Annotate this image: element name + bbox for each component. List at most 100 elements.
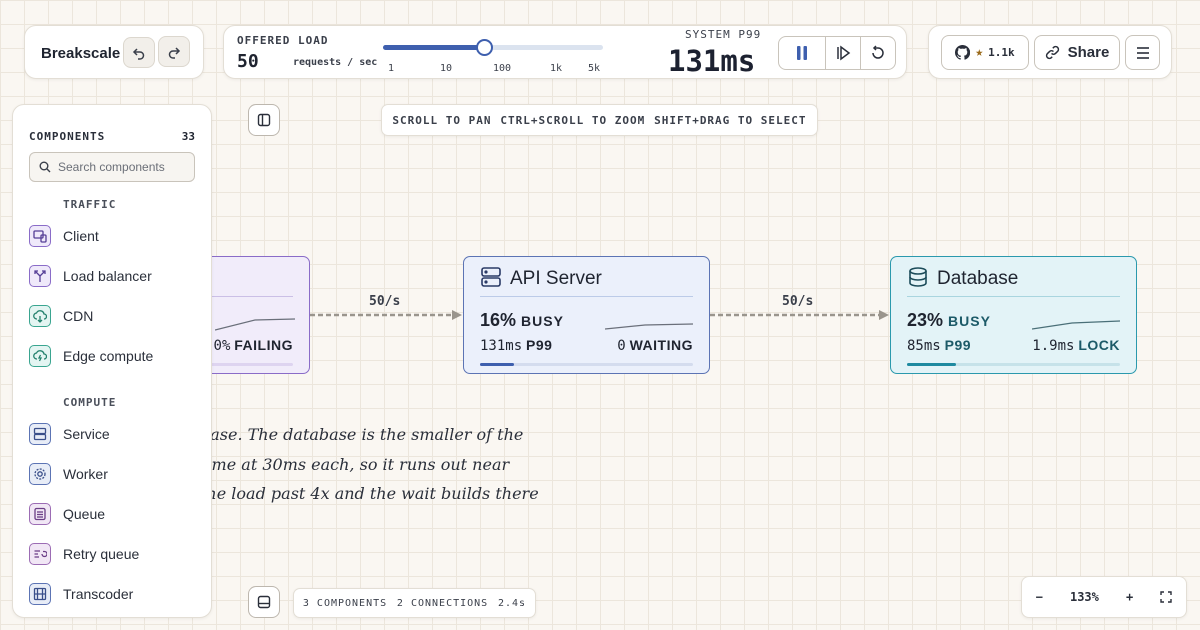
load-tick: 5k: [587, 63, 601, 74]
reset-icon: [870, 45, 886, 61]
section-traffic: TRAFFIC: [63, 198, 117, 211]
sidebar-item-queue[interactable]: Queue: [29, 500, 199, 528]
hamburger-icon: [1135, 46, 1151, 60]
sidebar-item-label: Retry queue: [63, 546, 140, 562]
db-busy-bar: [907, 363, 1120, 366]
sidebar-item-label: Service: [63, 426, 110, 442]
github-icon: [955, 45, 971, 60]
undo-button[interactable]: [123, 37, 155, 68]
step-forward-icon: [835, 45, 851, 61]
sidebar-item-retry-queue[interactable]: Retry queue: [29, 540, 199, 568]
db-busy-bar-fill: [907, 363, 956, 366]
hint-bar: SCROLL TO PAN CTRL+SCROLL TO ZOOM SHIFT+…: [381, 104, 818, 136]
component-count: 33: [181, 130, 195, 143]
sidebar-item-label: Client: [63, 228, 99, 244]
status-connections: 2 CONNECTIONS: [396, 597, 489, 609]
github-stars: 1.1k: [988, 46, 1015, 59]
zoom-in-button[interactable]: +: [1126, 590, 1133, 604]
sidebar-item-client[interactable]: Client: [29, 222, 199, 250]
service-icon: [29, 423, 51, 445]
edge-api-db-rate: 50/s: [782, 294, 814, 309]
reset-button[interactable]: [860, 36, 896, 70]
search-box[interactable]: [29, 152, 195, 182]
load-tick: 1k: [549, 63, 563, 74]
section-compute: COMPUTE: [63, 396, 117, 409]
gear-icon: [29, 463, 51, 485]
status-components: 3 COMPONENTS: [302, 597, 388, 609]
node-divider: [480, 296, 693, 297]
film-icon: [29, 583, 51, 605]
db-sparkline: [1032, 320, 1120, 330]
load-slider-thumb[interactable]: [476, 39, 494, 56]
retry-queue-icon: [29, 543, 51, 565]
api-busy-bar-fill: [480, 363, 515, 366]
sidebar-item-transcoder[interactable]: Transcoder: [29, 580, 199, 608]
load-label: OFFERED LOAD: [237, 34, 329, 47]
sidebar-item-worker[interactable]: Worker: [29, 460, 199, 488]
toggle-sidebar-button[interactable]: [248, 104, 280, 136]
sidebar-item-cdn[interactable]: CDN: [29, 302, 199, 330]
db-busy: 23% BUSY: [907, 310, 991, 330]
star-icon: ★: [975, 45, 984, 60]
sidebar-item-edge-compute[interactable]: Edge compute: [29, 342, 199, 370]
fit-view-button[interactable]: [1160, 591, 1173, 603]
client-failing: 0% FAILING: [213, 337, 293, 354]
note-line: time at 30ms each, so it runs out near: [200, 454, 510, 474]
server-icon: [480, 266, 502, 288]
database-icon: [907, 266, 929, 288]
github-button[interactable]: ★ 1.1k: [941, 35, 1029, 70]
node-database[interactable]: Database 23% BUSY 85ms P99 1.9ms LOCK: [890, 256, 1137, 374]
actions-panel: ★ 1.1k Share: [928, 25, 1172, 79]
redo-icon: [167, 45, 181, 59]
sidebar-item-service[interactable]: Service: [29, 420, 199, 448]
search-icon: [39, 161, 51, 173]
system-p99-value: 131ms: [668, 44, 756, 78]
note-line: the load past 4x and the wait builds the…: [200, 484, 539, 503]
status-time: 2.4s: [497, 597, 527, 609]
zoom-out-button[interactable]: −: [1036, 590, 1043, 604]
undo-icon: [132, 46, 146, 60]
node-api-server[interactable]: API Server 16% BUSY 131ms P99 0 WAITING: [463, 256, 710, 374]
sidebar-item-load-balancer[interactable]: Load balancer: [29, 262, 199, 290]
hint-zoom: CTRL+SCROLL TO ZOOM: [500, 113, 646, 127]
pause-button[interactable]: [778, 36, 826, 70]
node-title: API Server: [510, 268, 602, 289]
edge-api-db-arrow: [879, 310, 889, 320]
system-p99-label: SYSTEM P99: [685, 28, 762, 41]
load-balancer-icon: [29, 265, 51, 287]
fullscreen-icon: [1160, 591, 1173, 603]
load-slider[interactable]: [383, 39, 603, 56]
api-p99: 131ms P99: [480, 337, 553, 354]
note-line: base. The database is the smaller of the: [200, 425, 524, 444]
node-divider: [907, 296, 1120, 297]
api-sparkline: [605, 323, 693, 330]
edge-compute-icon: [29, 345, 51, 367]
edge-client-api-arrow: [452, 310, 462, 320]
canvas-note[interactable]: base. The database is the smaller of the…: [200, 420, 539, 538]
sidebar-title: COMPONENTS: [29, 130, 106, 143]
zoom-controls: − 133% +: [1021, 576, 1187, 618]
load-tick: 10: [439, 63, 453, 74]
sidebar-item-label: Load balancer: [63, 268, 152, 284]
share-label: Share: [1067, 44, 1110, 61]
app-name: Breakscale: [41, 45, 121, 62]
share-button[interactable]: Share: [1034, 35, 1120, 70]
sidebar-item-label: Transcoder: [63, 586, 134, 602]
cdn-icon: [29, 305, 51, 327]
components-sidebar: COMPONENTS 33 TRAFFIC Client Load balanc…: [12, 104, 212, 618]
load-slider-fill: [383, 45, 485, 50]
zoom-level: 133%: [1069, 590, 1099, 604]
status-bar: 3 COMPONENTS 2 CONNECTIONS 2.4s: [293, 588, 536, 618]
pause-icon: [795, 45, 809, 61]
step-button[interactable]: [825, 36, 861, 70]
toggle-bottom-panel-button[interactable]: [248, 586, 280, 618]
client-icon: [29, 225, 51, 247]
search-input[interactable]: [58, 160, 183, 174]
api-busy: 16% BUSY: [480, 310, 564, 330]
sidebar-item-label: Worker: [63, 466, 108, 482]
load-unit: requests / sec: [293, 57, 378, 68]
sidebar-item-label: CDN: [63, 308, 94, 324]
edge-client-api-rate: 50/s: [369, 294, 401, 309]
menu-button[interactable]: [1125, 35, 1160, 70]
redo-button[interactable]: [158, 36, 190, 67]
